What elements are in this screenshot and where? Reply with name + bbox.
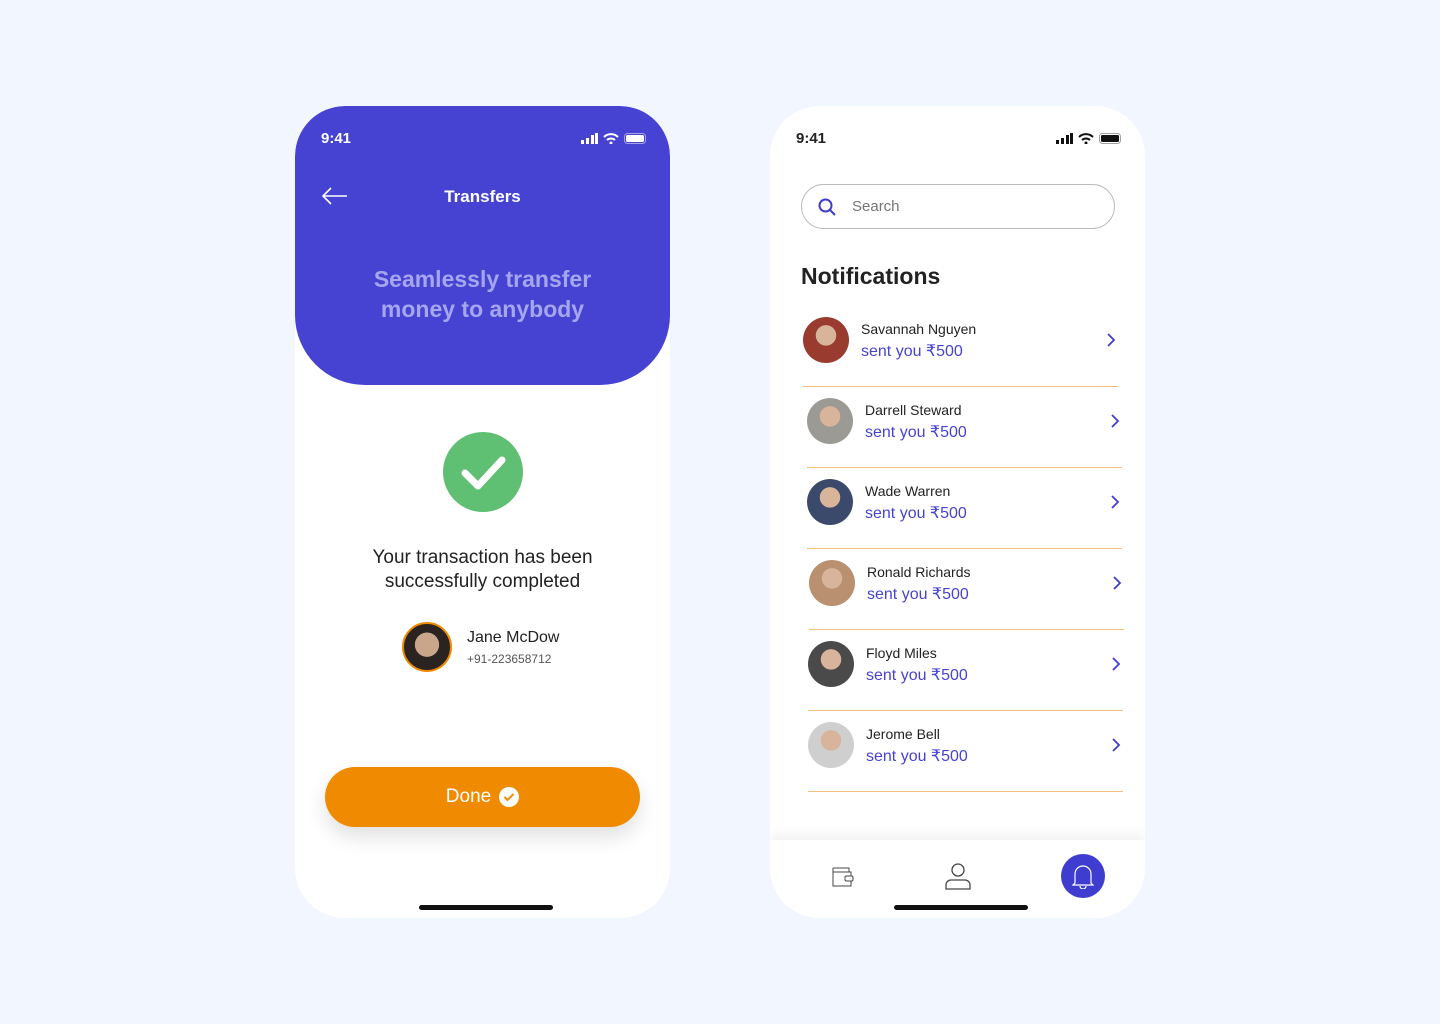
search-input[interactable] xyxy=(852,198,1072,215)
sender-name: Floyd Miles xyxy=(866,645,937,661)
sender-avatar xyxy=(808,641,854,687)
recipient-name: Jane McDow xyxy=(467,629,560,646)
success-check-icon xyxy=(443,432,523,512)
battery-icon xyxy=(1099,133,1121,144)
notification-text: sent you ₹500 xyxy=(865,505,967,522)
notification-item[interactable]: Savannah Nguyen sent you ₹500 xyxy=(803,306,1118,387)
sender-name: Jerome Bell xyxy=(866,726,940,742)
done-label: Done xyxy=(445,786,492,807)
sender-name: Darrell Steward xyxy=(865,402,962,418)
sender-avatar xyxy=(807,479,853,525)
chevron-right-icon[interactable] xyxy=(1111,656,1121,672)
check-circle-icon xyxy=(499,787,520,807)
sender-avatar xyxy=(803,317,849,363)
tagline: Seamlessly transfer money to anybody xyxy=(295,264,670,324)
search-icon xyxy=(818,198,836,216)
recipient-phone: +91-223658712 xyxy=(467,652,552,666)
chevron-right-icon[interactable] xyxy=(1111,737,1121,753)
chevron-right-icon[interactable] xyxy=(1110,413,1120,429)
wallet-icon[interactable] xyxy=(831,864,855,888)
notification-item[interactable]: Wade Warren sent you ₹500 xyxy=(807,468,1122,549)
signal-icon xyxy=(1056,133,1073,144)
header: 9:41 Transfers Seamlessly transfer money … xyxy=(295,106,670,385)
sender-avatar xyxy=(809,560,855,606)
notification-text: sent you ₹500 xyxy=(866,748,968,765)
notifications-screen: 9:41 Notifications Savannah Nguyen sent … xyxy=(770,106,1145,918)
tagline-line: Seamlessly transfer xyxy=(373,266,592,292)
chevron-right-icon[interactable] xyxy=(1110,494,1120,510)
transfer-success-screen: 9:41 Transfers Seamlessly transfer money … xyxy=(295,106,670,918)
message-line: Your transaction has been xyxy=(372,547,593,568)
sender-name: Wade Warren xyxy=(865,483,951,499)
home-indicator xyxy=(894,905,1028,910)
notification-text: sent you ₹500 xyxy=(867,586,969,603)
notification-text: sent you ₹500 xyxy=(865,424,967,441)
sender-avatar xyxy=(807,398,853,444)
bell-icon xyxy=(1072,865,1094,889)
message-line: successfully completed xyxy=(384,571,581,592)
status-time: 9:41 xyxy=(796,130,827,147)
status-icons xyxy=(1056,133,1123,144)
notification-text: sent you ₹500 xyxy=(861,343,963,360)
home-indicator xyxy=(419,905,553,910)
user-icon[interactable] xyxy=(945,862,971,890)
chevron-right-icon[interactable] xyxy=(1106,332,1116,348)
sender-name: Savannah Nguyen xyxy=(861,321,977,337)
sender-name: Ronald Richards xyxy=(867,564,971,580)
notifications-heading: Notifications xyxy=(801,263,941,289)
battery-icon xyxy=(624,133,646,144)
notifications-tab[interactable] xyxy=(1061,854,1105,898)
success-message: Your transaction has been successfully co… xyxy=(295,546,670,594)
tagline-line: money to anybody xyxy=(380,296,585,322)
status-time: 9:41 xyxy=(321,130,352,147)
recipient-avatar xyxy=(402,622,452,672)
notification-item[interactable]: Ronald Richards sent you ₹500 xyxy=(809,549,1124,630)
notification-text: sent you ₹500 xyxy=(866,667,968,684)
notification-item[interactable]: Floyd Miles sent you ₹500 xyxy=(808,630,1123,711)
page-title: Transfers xyxy=(444,187,521,206)
sender-avatar xyxy=(808,722,854,768)
wifi-icon xyxy=(1078,133,1094,144)
status-icons xyxy=(581,133,648,144)
notification-item[interactable]: Darrell Steward sent you ₹500 xyxy=(807,387,1122,468)
wifi-icon xyxy=(603,133,619,144)
done-button[interactable]: Done xyxy=(325,767,640,827)
chevron-right-icon[interactable] xyxy=(1112,575,1122,591)
notification-item[interactable]: Jerome Bell sent you ₹500 xyxy=(808,711,1123,792)
search-bar[interactable] xyxy=(801,184,1115,229)
signal-icon xyxy=(581,133,598,144)
